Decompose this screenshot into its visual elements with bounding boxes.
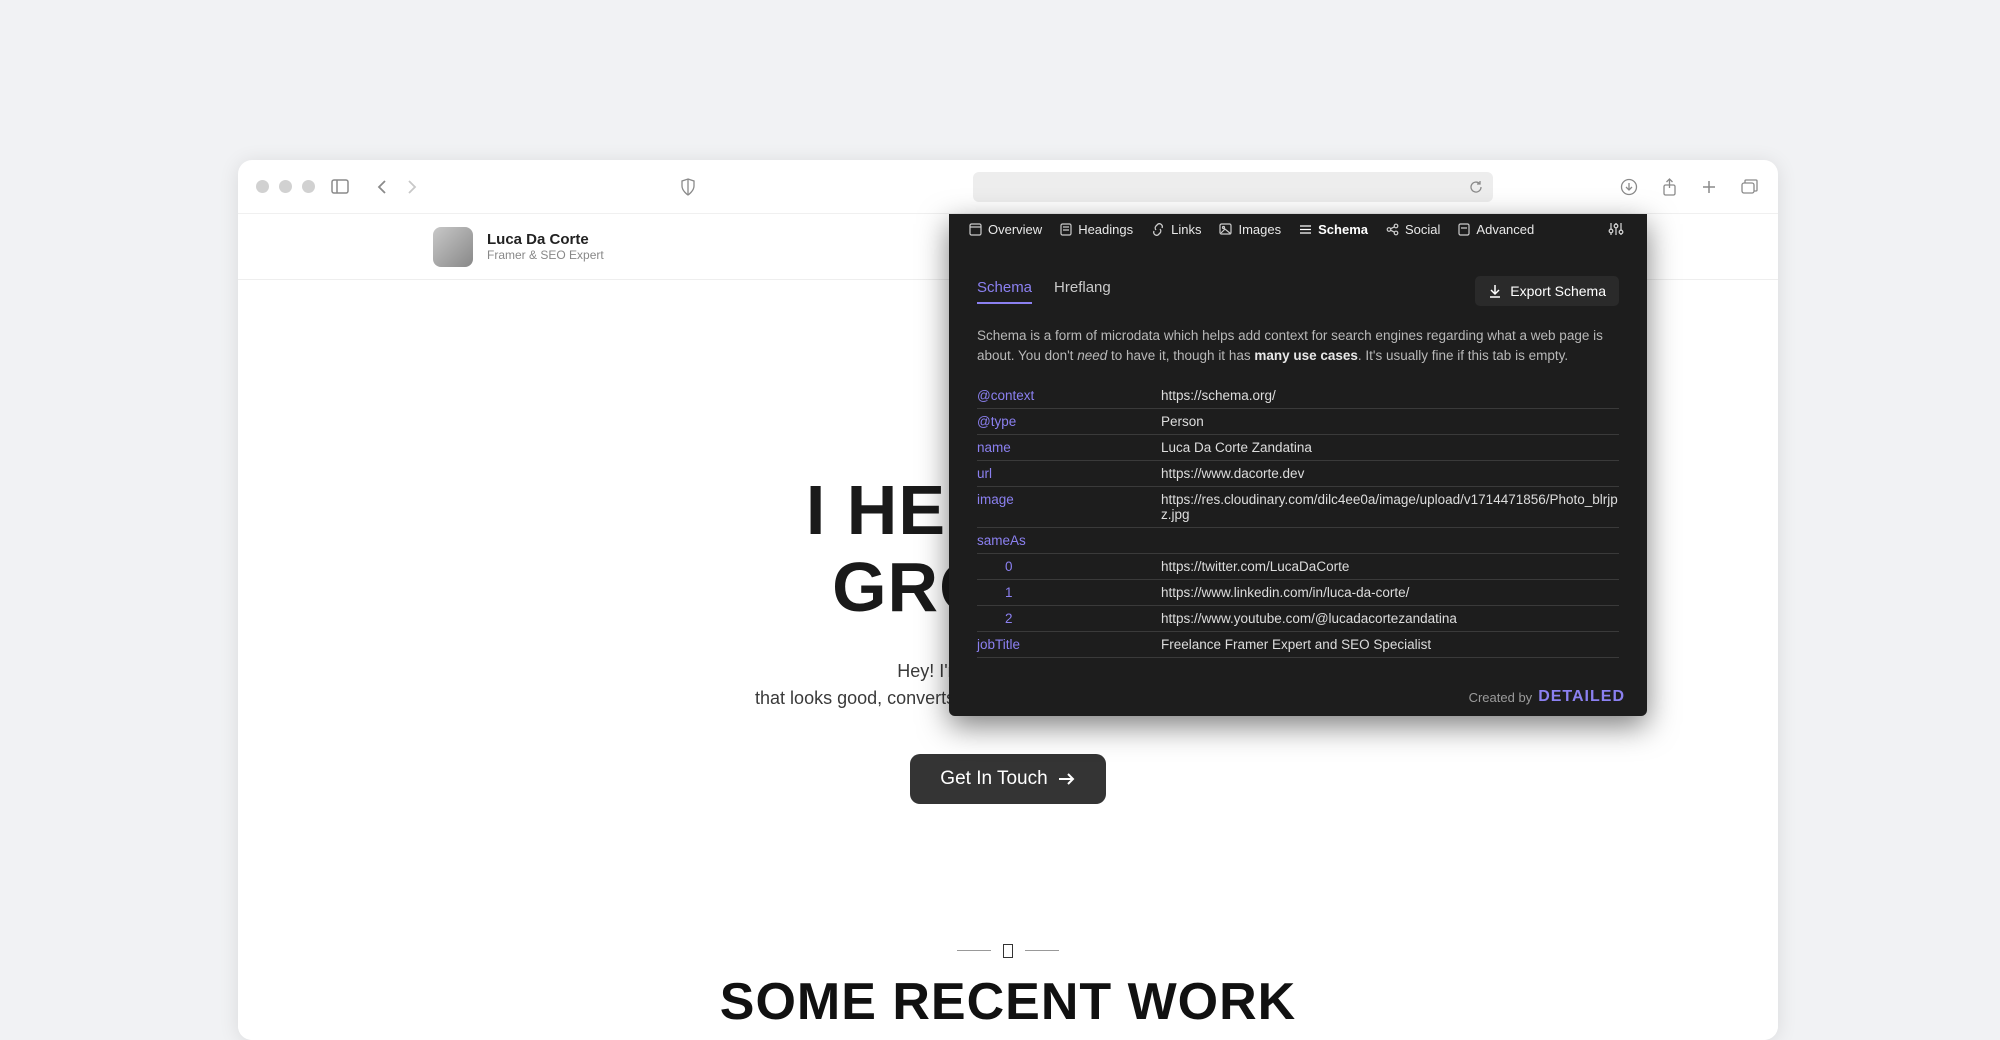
schema-key: jobTitle [977, 637, 1161, 652]
page-viewport: Luca Da Corte Framer & SEO Expert Verifi… [238, 214, 1778, 1040]
schema-value: https://www.dacorte.dev [1161, 466, 1304, 481]
schema-key: url [977, 466, 1161, 481]
shield-icon[interactable] [677, 176, 699, 198]
tab-schema[interactable]: Schema [1299, 222, 1368, 237]
schema-key: name [977, 440, 1161, 455]
sidebar-toggle-icon[interactable] [329, 176, 351, 198]
arrow-right-icon [1058, 772, 1076, 786]
reload-icon[interactable] [1469, 180, 1483, 194]
schema-row: @contexthttps://schema.org/ [977, 383, 1619, 409]
divider-ornament-icon [1003, 944, 1013, 958]
detailed-logo[interactable]: DETAILED [1538, 688, 1625, 706]
profile-tagline: Framer & SEO Expert [487, 248, 604, 262]
schema-key: image [977, 492, 1161, 522]
get-in-touch-button[interactable]: Get In Touch [910, 754, 1105, 804]
schema-description: Schema is a form of microdata which help… [949, 318, 1647, 383]
schema-key: sameAs [977, 533, 1161, 548]
downloads-icon[interactable] [1618, 176, 1640, 198]
avatar [433, 227, 473, 267]
extension-tabs: Overview Headings Links Images Schema [949, 214, 1647, 250]
schema-value: Person [1161, 414, 1204, 429]
maximize-window-button[interactable] [302, 180, 315, 193]
browser-window: Luca Da Corte Framer & SEO Expert Verifi… [238, 160, 1778, 1040]
export-schema-button[interactable]: Export Schema [1475, 276, 1619, 306]
new-tab-icon[interactable] [1698, 176, 1720, 198]
tab-overview[interactable]: Overview [969, 222, 1042, 237]
tab-advanced[interactable]: Advanced [1458, 222, 1534, 237]
schema-key: 2 [977, 611, 1161, 626]
profile-name: Luca Da Corte [487, 231, 604, 248]
created-by-label: Created by [1469, 690, 1533, 705]
download-icon [1488, 284, 1502, 298]
traffic-lights [256, 180, 315, 193]
schema-row: imagehttps://res.cloudinary.com/dilc4ee0… [977, 487, 1619, 528]
share-icon[interactable] [1658, 176, 1680, 198]
tab-headings[interactable]: Headings [1060, 222, 1133, 237]
schema-value: https://www.youtube.com/@lucadacortezand… [1161, 611, 1457, 626]
schema-value: Luca Da Corte Zandatina [1161, 440, 1312, 455]
cta-label: Get In Touch [940, 768, 1047, 790]
minimize-window-button[interactable] [279, 180, 292, 193]
schema-row: nameLuca Da Corte Zandatina [977, 435, 1619, 461]
schema-value: https://www.linkedin.com/in/luca-da-cort… [1161, 585, 1409, 600]
seo-extension-panel: Overview Headings Links Images Schema [949, 214, 1647, 716]
schema-value: https://twitter.com/LucaDaCorte [1161, 559, 1349, 574]
schema-key: 0 [977, 559, 1161, 574]
schema-key: 1 [977, 585, 1161, 600]
schema-value: Freelance Framer Expert and SEO Speciali… [1161, 637, 1431, 652]
export-label: Export Schema [1510, 283, 1606, 299]
schema-row: sameAs [977, 528, 1619, 554]
schema-value: https://res.cloudinary.com/dilc4ee0a/ima… [1161, 492, 1619, 522]
forward-button[interactable] [401, 176, 423, 198]
close-window-button[interactable] [256, 180, 269, 193]
subtab-hreflang[interactable]: Hreflang [1054, 279, 1111, 304]
tabs-overview-icon[interactable] [1738, 176, 1760, 198]
schema-row: 0https://twitter.com/LucaDaCorte [977, 554, 1619, 580]
schema-key: @type [977, 414, 1161, 429]
schema-row: 1https://www.linkedin.com/in/luca-da-cor… [977, 580, 1619, 606]
schema-table: @contexthttps://schema.org/@typePersonna… [949, 383, 1647, 658]
section-divider [238, 944, 1778, 958]
browser-toolbar [238, 160, 1778, 214]
subtab-schema[interactable]: Schema [977, 279, 1032, 304]
extension-settings-icon[interactable] [1605, 218, 1627, 240]
address-bar[interactable] [973, 172, 1493, 202]
schema-row: 2https://www.youtube.com/@lucadacortezan… [977, 606, 1619, 632]
tab-links[interactable]: Links [1151, 222, 1201, 237]
tab-images[interactable]: Images [1219, 222, 1281, 237]
extension-subtabs: Schema Hreflang [977, 279, 1111, 304]
schema-row: jobTitleFreelance Framer Expert and SEO … [977, 632, 1619, 658]
tab-social[interactable]: Social [1386, 222, 1440, 237]
schema-key: @context [977, 388, 1161, 403]
recent-work-heading: SOME RECENT WORK [238, 972, 1778, 1032]
back-button[interactable] [371, 176, 393, 198]
extension-footer: Created by DETAILED [949, 678, 1647, 716]
schema-row: @typePerson [977, 409, 1619, 435]
schema-row: urlhttps://www.dacorte.dev [977, 461, 1619, 487]
schema-value: https://schema.org/ [1161, 388, 1276, 403]
